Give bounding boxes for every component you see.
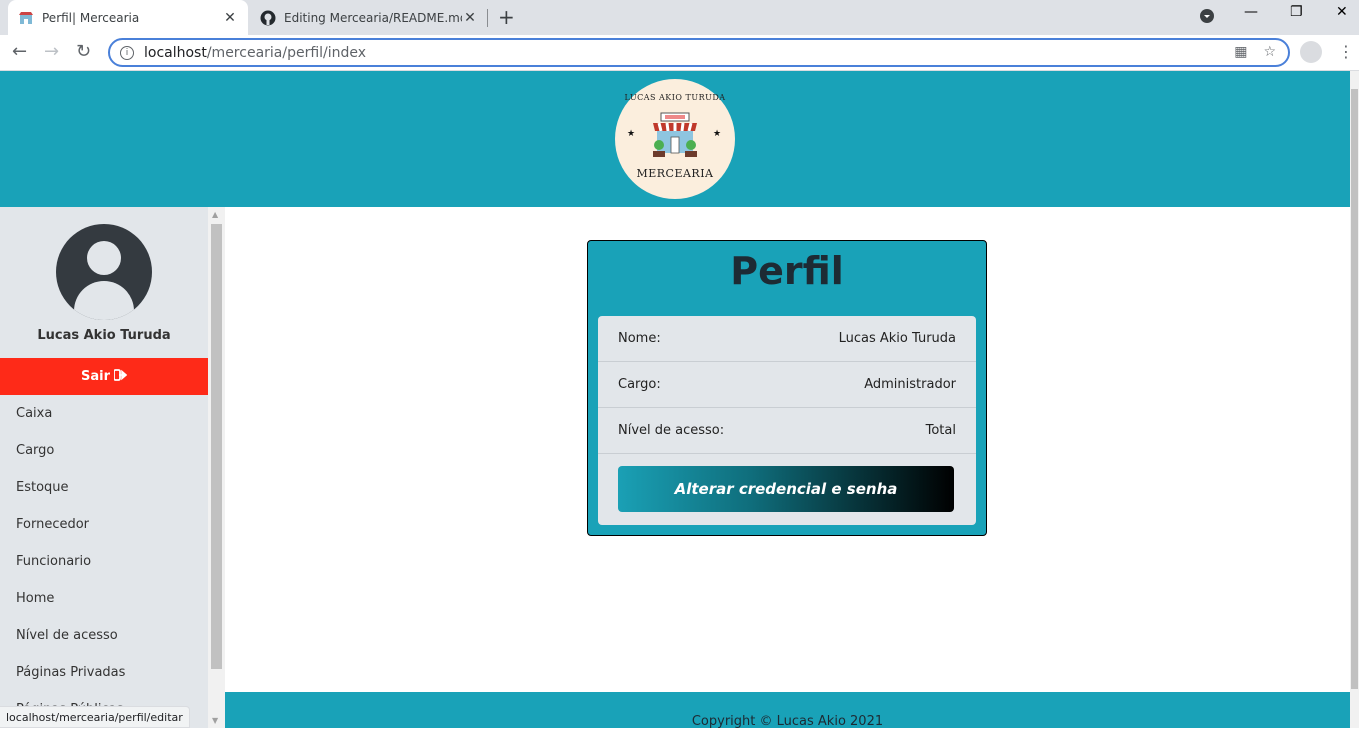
back-arrow-icon[interactable]: ←: [12, 41, 27, 62]
reload-icon[interactable]: ↻: [76, 41, 91, 62]
more-menu-icon[interactable]: ⋮: [1338, 42, 1354, 61]
profile-card: Perfil Nome: Lucas Akio Turuda Cargo: Ad…: [587, 240, 987, 536]
store-favicon-icon: [18, 10, 34, 26]
row-label: Nível de acesso:: [618, 423, 725, 438]
sidebar-scrollbar[interactable]: ▲ ▼: [208, 207, 225, 728]
link-status-bar: localhost/mercearia/perfil/editar: [0, 706, 190, 728]
url-path: /mercearia/perfil/index: [206, 44, 367, 61]
user-name: Lucas Akio Turuda: [37, 328, 171, 343]
qr-code-icon[interactable]: ▦: [1234, 44, 1247, 60]
sidebar-item-home[interactable]: Home: [16, 591, 54, 606]
logout-label: Sair: [80, 369, 110, 384]
new-tab-button[interactable]: +: [498, 5, 515, 29]
row-label: Cargo:: [618, 377, 661, 392]
profile-details: Nome: Lucas Akio Turuda Cargo: Administr…: [598, 316, 976, 525]
minimize-button[interactable]: —: [1244, 4, 1258, 20]
profile-row-nivel: Nível de acesso: Total: [598, 408, 976, 454]
sidebar-item-paginas-privadas[interactable]: Páginas Privadas: [16, 665, 125, 680]
sidebar-item-fornecedor[interactable]: Fornecedor: [16, 517, 89, 532]
site-footer: Copyright © Lucas Akio 2021: [225, 692, 1350, 729]
site-info-icon[interactable]: i: [120, 45, 134, 60]
row-label: Nome:: [618, 331, 661, 346]
page-scrollbar-thumb[interactable]: [1351, 89, 1358, 689]
sidebar-item-caixa[interactable]: Caixa: [16, 406, 52, 421]
sidebar-item-nivel-acesso[interactable]: Nível de acesso: [16, 628, 118, 643]
sign-out-icon: [113, 368, 128, 385]
profile-avatar-icon[interactable]: [1300, 41, 1322, 63]
change-credentials-button[interactable]: Alterar credencial e senha: [618, 466, 954, 512]
tab-search-icon[interactable]: [1199, 8, 1215, 28]
github-icon: [260, 10, 276, 26]
address-bar[interactable]: i localhost/mercearia/perfil/index ▦ ☆: [108, 38, 1290, 67]
forward-arrow-icon[interactable]: →: [44, 41, 59, 62]
star-icon: ★: [713, 129, 722, 139]
tab-title: Editing Mercearia/README.md a: [284, 10, 462, 25]
page-scrollbar[interactable]: [1350, 71, 1359, 728]
browser-tab-strip: Perfil| Mercearia ✕ Editing Mercearia/RE…: [0, 0, 1359, 35]
sidebar-item-estoque[interactable]: Estoque: [16, 480, 69, 495]
tab-separator: [487, 9, 488, 27]
logout-button[interactable]: Sair: [0, 358, 208, 395]
copyright-text: Copyright © Lucas Akio 2021: [691, 714, 884, 729]
tab-close-icon[interactable]: ✕: [222, 10, 238, 26]
url-host: localhost: [144, 44, 207, 61]
sidebar: Lucas Akio Turuda Sair Caixa Cargo Estoq…: [0, 207, 208, 728]
close-window-button[interactable]: ✕: [1336, 4, 1348, 20]
storefront-icon: [653, 112, 697, 157]
scrollbar-thumb[interactable]: [211, 224, 222, 669]
logo-top-text: LUCAS AKIO TURUDA: [624, 93, 726, 102]
tab-perfil[interactable]: Perfil| Mercearia ✕: [8, 0, 248, 35]
profile-row-nome: Nome: Lucas Akio Turuda: [598, 316, 976, 362]
row-value: Lucas Akio Turuda: [838, 331, 956, 346]
site-header: LUCAS AKIO TURUDA ★ ★ MERCEARIA: [0, 71, 1350, 207]
page-title: Perfil: [730, 249, 844, 293]
browser-toolbar: ← → ↻ i localhost/mercearia/perfil/index…: [0, 35, 1359, 71]
scroll-down-icon[interactable]: ▼: [212, 716, 218, 725]
page-viewport: LUCAS AKIO TURUDA ★ ★ MERCEARIA Lucas Ak…: [0, 71, 1350, 729]
logo-bottom-text: MERCEARIA: [636, 167, 714, 180]
user-avatar-icon: [56, 224, 152, 320]
row-value: Administrador: [864, 377, 956, 392]
restore-button[interactable]: ❐: [1290, 4, 1303, 20]
sidebar-item-cargo[interactable]: Cargo: [16, 443, 54, 458]
tab-title: Perfil| Mercearia: [42, 10, 140, 25]
row-value: Total: [925, 423, 956, 438]
main-content: Perfil Nome: Lucas Akio Turuda Cargo: Ad…: [225, 207, 1350, 692]
mercearia-logo[interactable]: LUCAS AKIO TURUDA ★ ★ MERCEARIA: [615, 79, 735, 199]
bookmark-star-icon[interactable]: ☆: [1263, 44, 1276, 60]
sidebar-item-funcionario[interactable]: Funcionario: [16, 554, 91, 569]
scroll-up-icon[interactable]: ▲: [212, 210, 218, 219]
tab-github-readme[interactable]: Editing Mercearia/README.md a ✕: [250, 0, 488, 35]
tab-close-icon[interactable]: ✕: [462, 10, 478, 26]
star-icon: ★: [627, 129, 636, 139]
profile-row-cargo: Cargo: Administrador: [598, 362, 976, 408]
